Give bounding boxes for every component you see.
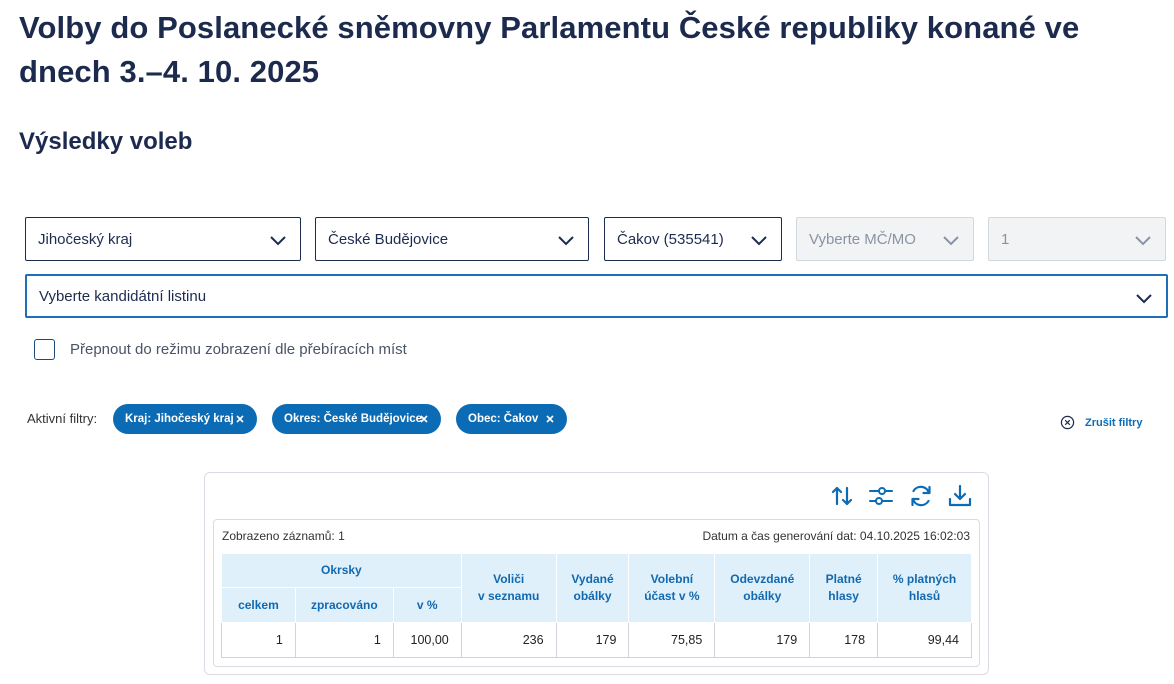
section-title: Výsledky voleb: [19, 128, 193, 155]
close-icon[interactable]: [544, 413, 556, 425]
clear-filters-button[interactable]: Zrušit filtry: [1060, 415, 1142, 430]
filter-chip-obec[interactable]: Obec: Čakov: [456, 404, 567, 434]
download-icon[interactable]: [947, 483, 973, 509]
header-line: Voliči: [493, 572, 525, 586]
chevron-down-icon: [558, 236, 574, 246]
view-mode-label: Přepnout do režimu zobrazení dle přebíra…: [70, 341, 407, 358]
kandidatni-listina-select[interactable]: Vyberte kandidátní listinu: [25, 274, 1168, 318]
page-title: Volby do Poslanecké sněmovny Parlamentu …: [19, 10, 1080, 89]
table-row: 1 1 100,00 236 179 75,85 179 178 99,44: [221, 622, 972, 658]
generated-timestamp: Datum a čas generování dat: 04.10.2025 1…: [702, 529, 970, 543]
chevron-down-icon: [1136, 294, 1152, 304]
kraj-select[interactable]: Jihočeský kraj: [25, 217, 301, 261]
header-line: Platné: [825, 572, 862, 586]
column-okrsky-pct[interactable]: v %: [392, 587, 462, 623]
filter-settings-icon[interactable]: [868, 483, 894, 509]
header-line: Vydané: [571, 572, 614, 586]
header-line: v seznamu: [477, 589, 540, 603]
okres-select[interactable]: České Budějovice: [315, 217, 589, 261]
obec-select-value: Čakov (535541): [617, 230, 724, 248]
filter-chip-label: Obec: Čakov: [468, 413, 539, 425]
column-group-okrsky: Okrsky: [221, 553, 462, 588]
cell-pct-platnych: 99,44: [877, 622, 972, 658]
header-line: hlasů: [908, 589, 941, 603]
okrsek-select-value: 1: [1001, 230, 1010, 248]
chevron-down-icon: [270, 236, 286, 246]
filter-chip-label: Okres: České Budějovice: [284, 413, 423, 425]
records-count: Zobrazeno záznamů: 1: [222, 529, 345, 543]
refresh-icon[interactable]: [908, 483, 934, 509]
clear-filters-label: Zrušit filtry: [1085, 416, 1143, 429]
filter-chip-kraj[interactable]: Kraj: Jihočeský kraj: [113, 404, 257, 434]
close-icon[interactable]: [418, 413, 430, 425]
header-line: hlasy: [828, 589, 859, 603]
filter-chip-label: Kraj: Jihočeský kraj: [125, 413, 234, 425]
header-line: obálky: [743, 589, 782, 603]
column-platne-hlasy[interactable]: Platné hlasy: [809, 553, 879, 623]
header-line: Volební: [650, 572, 694, 586]
cell-vydane-obalky: 179: [555, 622, 630, 658]
obec-select[interactable]: Čakov (535541): [604, 217, 782, 261]
header-line: % platných: [892, 572, 957, 586]
header-line: Odevzdané: [730, 572, 795, 586]
mcmo-select[interactable]: Vyberte MČ/MO: [796, 217, 974, 261]
cell-okrsky-pct: 100,00: [392, 622, 462, 658]
view-mode-toggle[interactable]: Přepnout do režimu zobrazení dle přebíra…: [34, 339, 407, 360]
column-volebni-ucast[interactable]: Volební účast v %: [628, 553, 716, 623]
filter-chip-okres[interactable]: Okres: České Budějovice: [272, 404, 441, 434]
chevron-down-icon: [943, 236, 959, 246]
active-filters-label: Aktivní filtry:: [27, 411, 98, 426]
kraj-select-value: Jihočeský kraj: [38, 230, 133, 248]
column-okrsky-zpracovano[interactable]: zpracováno: [294, 587, 394, 623]
header-line: obálky: [573, 589, 612, 603]
header-line: účast v %: [644, 589, 700, 603]
sort-icon[interactable]: [829, 483, 855, 509]
kandidatni-listina-placeholder: Vyberte kandidátní listinu: [39, 287, 207, 305]
clear-circle-icon: [1060, 415, 1075, 430]
okrsek-select[interactable]: 1: [988, 217, 1166, 261]
close-icon[interactable]: [234, 413, 246, 425]
okres-select-value: České Budějovice: [328, 230, 449, 248]
mcmo-select-placeholder: Vyberte MČ/MO: [809, 230, 916, 248]
cell-platne-hlasy: 178: [809, 622, 879, 658]
cell-volebni-ucast: 75,85: [628, 622, 716, 658]
view-mode-checkbox[interactable]: [34, 339, 55, 360]
results-table: Okrsky Voliči v seznamu Vydané obálky Vole…: [221, 553, 972, 658]
cell-odevzdane-obalky: 179: [714, 622, 811, 658]
chevron-down-icon: [751, 236, 767, 246]
column-vydane-obalky[interactable]: Vydané obálky: [555, 553, 630, 623]
column-pct-platnych[interactable]: % platných hlasů: [877, 553, 972, 623]
cell-okrsky-celkem: 1: [221, 622, 296, 658]
cell-okrsky-zpracovano: 1: [294, 622, 394, 658]
column-odevzdane-obalky[interactable]: Odevzdané obálky: [714, 553, 811, 623]
column-okrsky-celkem[interactable]: celkem: [221, 587, 296, 623]
chevron-down-icon: [1135, 236, 1151, 246]
cell-volici: 236: [460, 622, 557, 658]
column-volici[interactable]: Voliči v seznamu: [460, 553, 557, 623]
